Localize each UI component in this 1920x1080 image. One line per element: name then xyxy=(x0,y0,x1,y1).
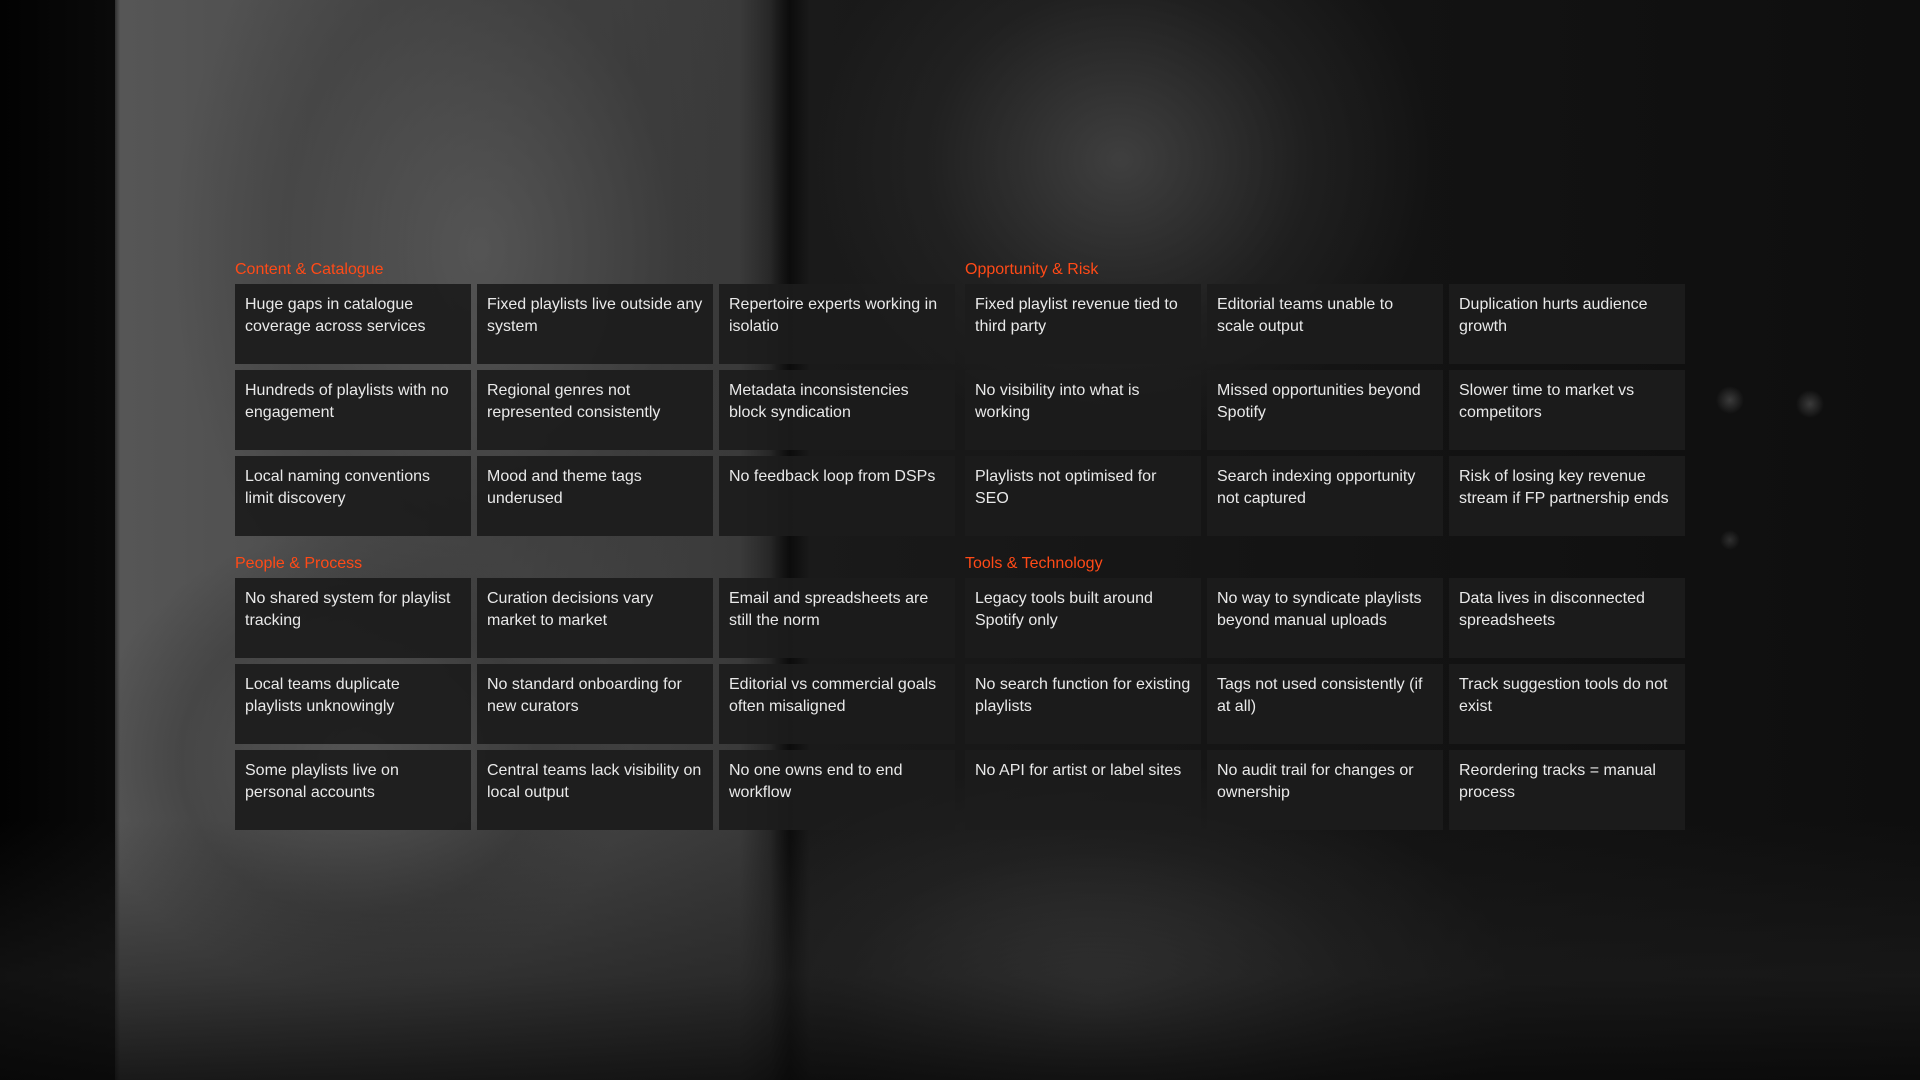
slide: Content & Catalogue Huge gaps in catalog… xyxy=(0,0,1920,1080)
issue-card: Missed opportunities beyond Spotify xyxy=(1207,370,1443,450)
issue-card: Track suggestion tools do not exist xyxy=(1449,664,1685,744)
issue-card: Reordering tracks = manual process xyxy=(1449,750,1685,830)
section-title: Content & Catalogue xyxy=(235,261,384,278)
issue-card: Tags not used consistently (if at all) xyxy=(1207,664,1443,744)
section-title: Opportunity & Risk xyxy=(965,261,1099,278)
issue-card: Metadata inconsistencies block syndicati… xyxy=(719,370,955,450)
issue-card: Central teams lack visibility on local o… xyxy=(477,750,713,830)
issue-card: Legacy tools built around Spotify only xyxy=(965,578,1201,658)
section-title: Tools & Technology xyxy=(965,555,1103,572)
issue-card: Data lives in disconnected spreadsheets xyxy=(1449,578,1685,658)
challenges-matrix: Content & Catalogue Huge gaps in catalog… xyxy=(235,258,1685,830)
quadrant-grid: Content & Catalogue Huge gaps in catalog… xyxy=(235,258,1685,830)
issue-card: Email and spreadsheets are still the nor… xyxy=(719,578,955,658)
issue-card: Mood and theme tags underused xyxy=(477,456,713,536)
background-lights xyxy=(1700,380,1840,580)
quadrant-tools-technology: Tools & Technology Legacy tools built ar… xyxy=(965,552,1685,830)
background-floor xyxy=(0,820,1920,1080)
issue-card: Risk of losing key revenue stream if FP … xyxy=(1449,456,1685,536)
issue-card: No feedback loop from DSPs xyxy=(719,456,955,536)
issue-card: Slower time to market vs competitors xyxy=(1449,370,1685,450)
issue-card: No audit trail for changes or ownership xyxy=(1207,750,1443,830)
issue-card: Fixed playlists live outside any system xyxy=(477,284,713,364)
issue-card: No shared system for playlist tracking xyxy=(235,578,471,658)
card-grid: Legacy tools built around Spotify only N… xyxy=(965,578,1685,830)
issue-card: Some playlists live on personal accounts xyxy=(235,750,471,830)
issue-card: No API for artist or label sites xyxy=(965,750,1201,830)
card-grid: Huge gaps in catalogue coverage across s… xyxy=(235,284,955,536)
issue-card: No way to syndicate playlists beyond man… xyxy=(1207,578,1443,658)
issue-card: Huge gaps in catalogue coverage across s… xyxy=(235,284,471,364)
issue-card: Repertoire experts working in isolatio xyxy=(719,284,955,364)
card-grid: Fixed playlist revenue tied to third par… xyxy=(965,284,1685,536)
issue-card: No one owns end to end workflow xyxy=(719,750,955,830)
section-title: People & Process xyxy=(235,555,363,572)
issue-card: Local teams duplicate playlists unknowin… xyxy=(235,664,471,744)
issue-card: Curation decisions vary market to market xyxy=(477,578,713,658)
card-grid: No shared system for playlist tracking C… xyxy=(235,578,955,830)
issue-card: Regional genres not represented consiste… xyxy=(477,370,713,450)
issue-card: No visibility into what is working xyxy=(965,370,1201,450)
issue-card: Editorial teams unable to scale output xyxy=(1207,284,1443,364)
issue-card: Duplication hurts audience growth xyxy=(1449,284,1685,364)
issue-card: Hundreds of playlists with no engagement xyxy=(235,370,471,450)
quadrant-people-process: People & Process No shared system for pl… xyxy=(235,552,955,830)
quadrant-content-catalogue: Content & Catalogue Huge gaps in catalog… xyxy=(235,258,955,536)
issue-card: Local naming conventions limit discovery xyxy=(235,456,471,536)
issue-card: Fixed playlist revenue tied to third par… xyxy=(965,284,1201,364)
issue-card: Search indexing opportunity not captured xyxy=(1207,456,1443,536)
issue-card: Editorial vs commercial goals often misa… xyxy=(719,664,955,744)
quadrant-opportunity-risk: Opportunity & Risk Fixed playlist revenu… xyxy=(965,258,1685,536)
issue-card: No standard onboarding for new curators xyxy=(477,664,713,744)
issue-card: No search function for existing playlist… xyxy=(965,664,1201,744)
issue-card: Playlists not optimised for SEO xyxy=(965,456,1201,536)
